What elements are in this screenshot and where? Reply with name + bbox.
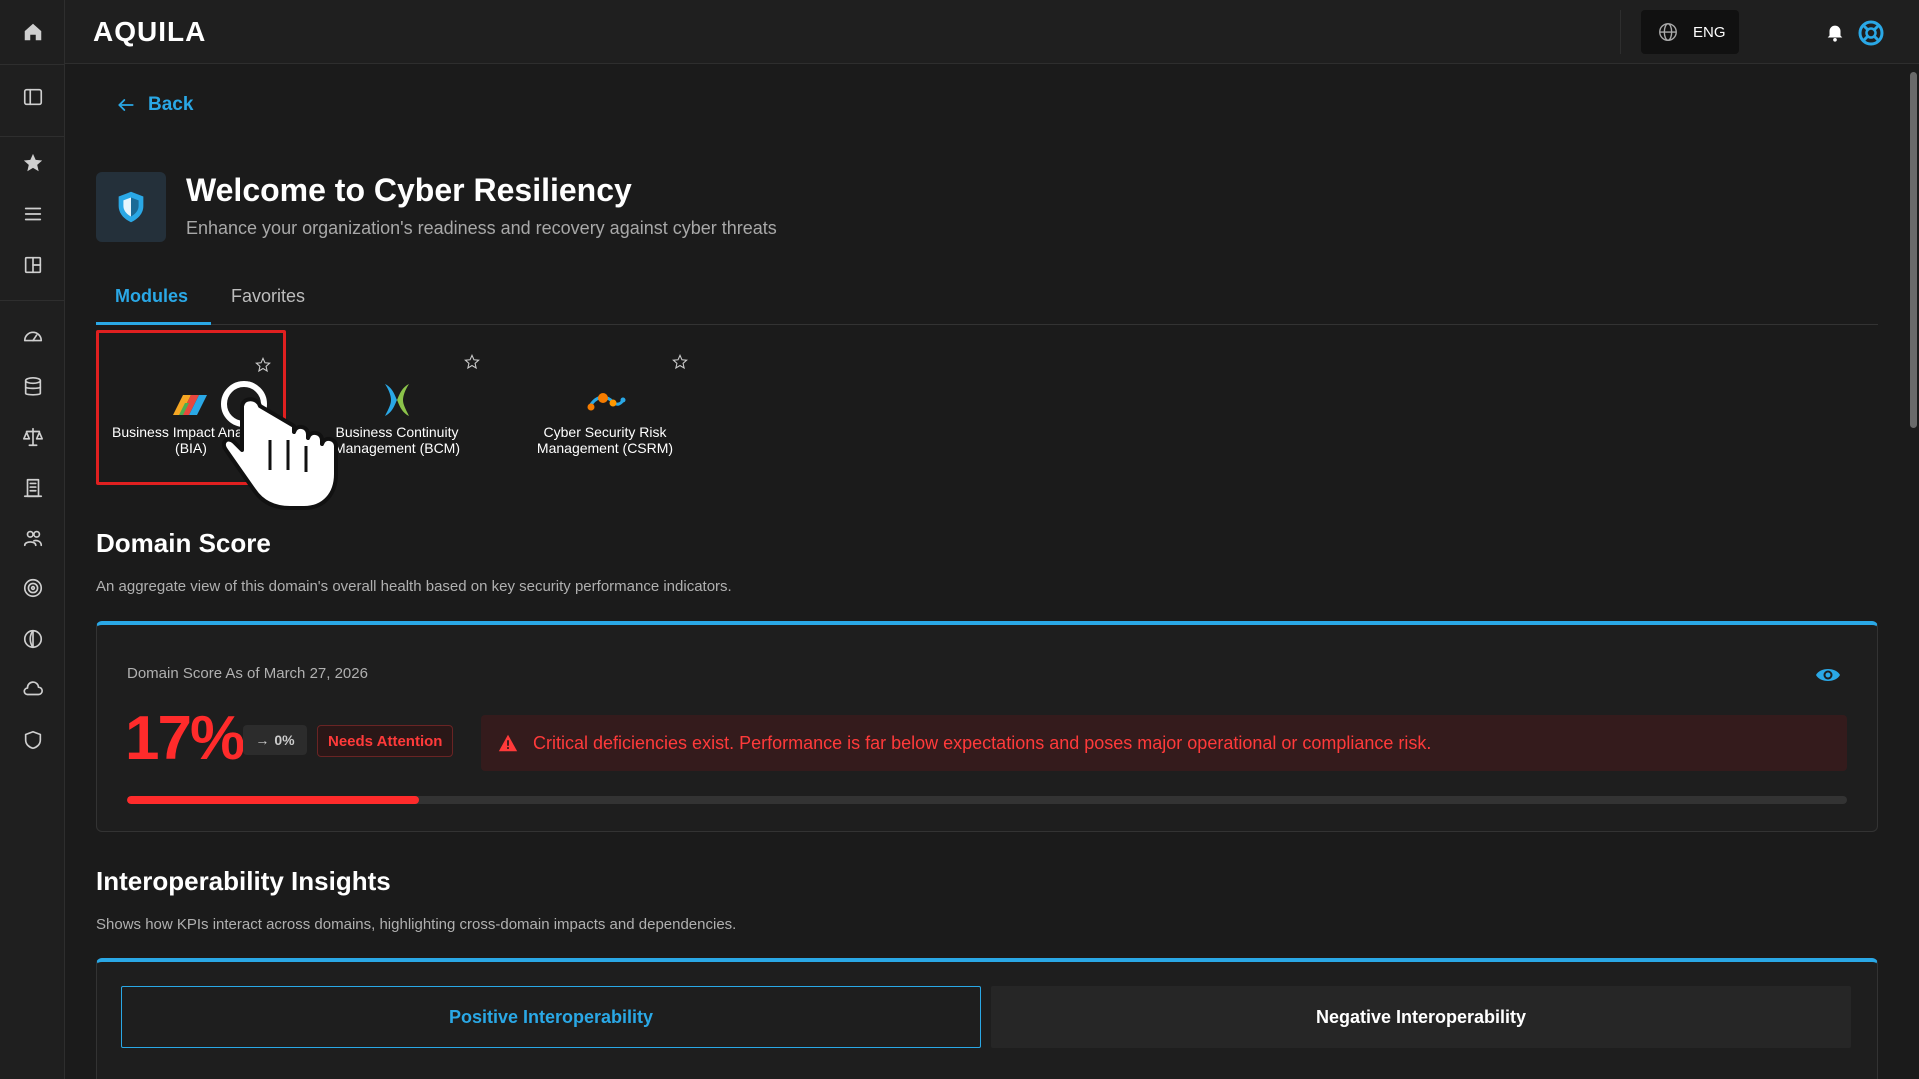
page-title: Welcome to Cyber Resiliency	[186, 172, 632, 208]
gauge-icon[interactable]	[0, 316, 65, 356]
tab-favorites[interactable]: Favorites	[231, 286, 305, 307]
status-badge: Needs Attention	[317, 725, 454, 757]
domain-score-card: Domain Score As of March 27, 2026 17% → …	[96, 621, 1878, 832]
target-icon[interactable]	[0, 568, 65, 608]
arrow-left-icon	[118, 99, 134, 111]
aquila-logo[interactable]: AQUILA	[93, 16, 206, 48]
cyber-shield-icon	[96, 172, 166, 242]
database-icon[interactable]	[0, 367, 65, 407]
language-selector[interactable]: ENG	[1641, 10, 1739, 54]
module-label: Business Continuity Management (BCM)	[333, 424, 461, 456]
score-value: 17%	[125, 704, 245, 773]
cloud-icon[interactable]	[0, 669, 65, 709]
warning-triangle-icon	[498, 734, 518, 752]
module-label: Cyber Security Risk Management (CSRM)	[536, 424, 674, 456]
module-tabs: Modules Favorites	[96, 280, 1878, 325]
module-label: Business Impact Analysis (BIA)	[112, 424, 270, 456]
favorite-star-icon[interactable]	[255, 357, 271, 373]
alert-text: Critical deficiencies exist. Performance…	[533, 732, 1432, 753]
interoperability-card: Positive Interoperability Negative Inter…	[96, 958, 1878, 1079]
users-group-icon[interactable]	[0, 518, 65, 558]
trend-indicator: → 0%	[243, 725, 307, 755]
back-label: Back	[148, 94, 194, 115]
domain-score-description: An aggregate view of this domain's overa…	[96, 578, 732, 595]
module-card-bia[interactable]: Business Impact Analysis (BIA)	[96, 330, 286, 485]
building-icon[interactable]	[0, 468, 65, 508]
tab-modules[interactable]: Modules	[115, 286, 188, 307]
eye-icon[interactable]	[1815, 665, 1841, 685]
score-date-label: Domain Score As of March 27, 2026	[127, 665, 368, 682]
csrm-logo-icon	[587, 393, 626, 411]
brand-lifebuoy-icon[interactable]	[1858, 20, 1884, 46]
score-progress-bar	[127, 796, 1847, 804]
back-link[interactable]: Back	[116, 94, 193, 116]
dashboard-layout-icon[interactable]	[0, 245, 65, 285]
page-scrollbar[interactable]	[1907, 64, 1919, 1079]
arrow-right-icon: →	[255, 732, 270, 748]
top-bar: AQUILA ENG	[65, 0, 1919, 64]
trend-value: 0%	[274, 732, 295, 748]
critical-alert: Critical deficiencies exist. Performance…	[481, 715, 1847, 771]
favorite-star-icon[interactable]	[672, 354, 688, 370]
score-progress-fill	[127, 796, 420, 804]
module-card-csrm[interactable]: Cyber Security Risk Management (CSRM)	[510, 330, 700, 485]
language-label: ENG	[1693, 23, 1726, 41]
notification-bell-icon[interactable]	[1824, 21, 1846, 43]
bcm-logo-icon	[385, 384, 409, 416]
interoperability-description: Shows how KPIs interact across domains, …	[96, 916, 737, 933]
balance-scale-icon[interactable]	[0, 417, 65, 457]
favorite-star-icon[interactable]	[464, 354, 480, 370]
bia-logo-icon	[173, 395, 207, 415]
globe-icon	[1659, 23, 1677, 41]
list-menu-icon[interactable]	[0, 194, 65, 234]
module-card-bcm[interactable]: Business Continuity Management (BCM)	[302, 330, 492, 485]
shield-icon[interactable]	[0, 720, 65, 760]
home-icon[interactable]	[0, 12, 65, 52]
sidebar-toggle-icon[interactable]	[0, 77, 65, 117]
interoperability-title: Interoperability Insights	[96, 866, 391, 896]
left-nav-rail	[0, 0, 65, 1079]
tab-positive-interoperability[interactable]: Positive Interoperability	[121, 986, 981, 1048]
page-subtitle: Enhance your organization's readiness an…	[186, 218, 777, 238]
tab-negative-interoperability[interactable]: Negative Interoperability	[991, 986, 1851, 1048]
domain-score-title: Domain Score	[96, 528, 271, 558]
scrollbar-thumb[interactable]	[1910, 72, 1917, 428]
globe-shield-icon[interactable]	[0, 619, 65, 659]
favorites-star-icon[interactable]	[0, 143, 65, 183]
